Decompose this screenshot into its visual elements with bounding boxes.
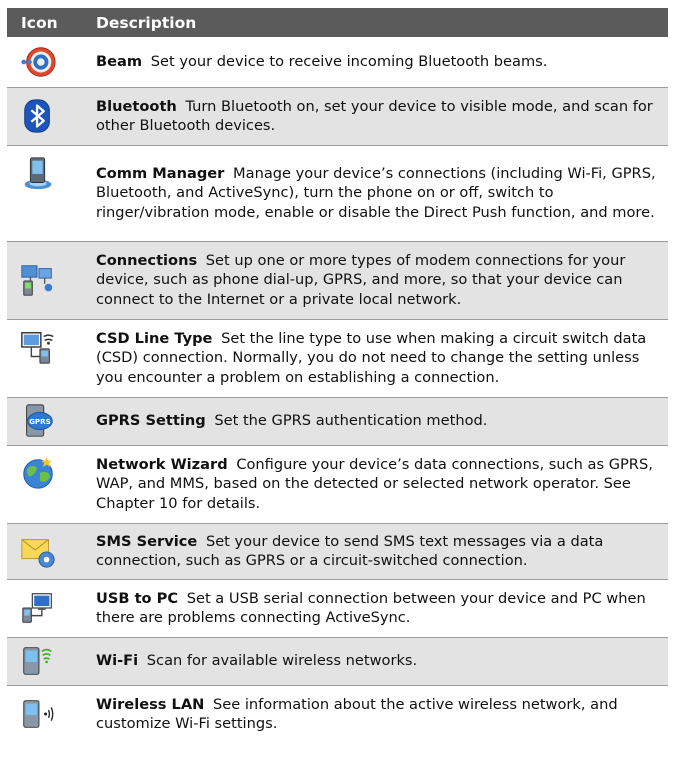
table-row: Bluetooth Turn Bluetooth on, set your de… [7, 87, 668, 145]
network-wizard-icon [23, 456, 53, 489]
row-text: Set your device to receive incoming Blue… [150, 53, 548, 70]
row-text: Turn Bluetooth on, set your device to vi… [96, 97, 653, 135]
settings-table: Icon Description Beam Set your device to… [7, 8, 668, 743]
row-name: Connections [96, 251, 198, 269]
row-name: SMS Service [96, 532, 198, 550]
gprs-setting-icon: GPRS [26, 404, 53, 437]
gprs-badge-text: GPRS [29, 417, 51, 426]
row-text: Set the GPRS authentication method. [214, 412, 488, 430]
table-row: Connections Set up one or more types of … [7, 241, 668, 319]
table-row: Wi-Fi Scan for available wireless networ… [7, 637, 668, 685]
table-row: Wireless LAN See information about the a… [7, 685, 668, 743]
bluetooth-icon [24, 99, 50, 133]
row-name: USB to PC [96, 589, 179, 607]
header-icon: Icon [21, 13, 58, 32]
table-row: SMS Service Set your device to send SMS … [7, 523, 668, 579]
row-name: Network Wizard [96, 455, 228, 473]
table-row: Beam Set your device to receive incoming… [7, 37, 668, 87]
wifi-icon [23, 647, 52, 675]
row-name: Wireless LAN [96, 695, 205, 713]
csd-line-type-icon [21, 331, 54, 364]
row-name: GPRS Setting [96, 412, 206, 430]
row-name: Bluetooth [96, 97, 177, 115]
row-name: CSD Line Type [96, 329, 213, 347]
row-name: Comm Manager [96, 164, 225, 182]
row-name: Beam [96, 53, 143, 70]
row-text: Scan for available wireless networks. [146, 652, 418, 670]
connections-icon [21, 265, 53, 296]
beam-icon [21, 47, 56, 77]
row-text: Set a USB serial connection between your… [96, 589, 646, 627]
comm-manager-icon [24, 156, 52, 189]
table-row: Comm Manager Manage your device’s connec… [7, 145, 668, 241]
table-header: Icon Description [7, 8, 668, 37]
table-row: USB to PC Set a USB serial connection be… [7, 579, 668, 637]
usb-to-pc-icon [22, 593, 52, 623]
table-row: Network Wizard Configure your device’s d… [7, 445, 668, 523]
header-description: Description [96, 13, 197, 32]
row-name: Wi-Fi [96, 652, 139, 670]
table-row: GPRS GPRS Setting Set the GPRS authentic… [7, 397, 668, 445]
sms-service-icon [21, 539, 55, 568]
wireless-lan-icon [23, 700, 54, 729]
table-row: CSD Line Type Set the line type to use w… [7, 319, 668, 397]
